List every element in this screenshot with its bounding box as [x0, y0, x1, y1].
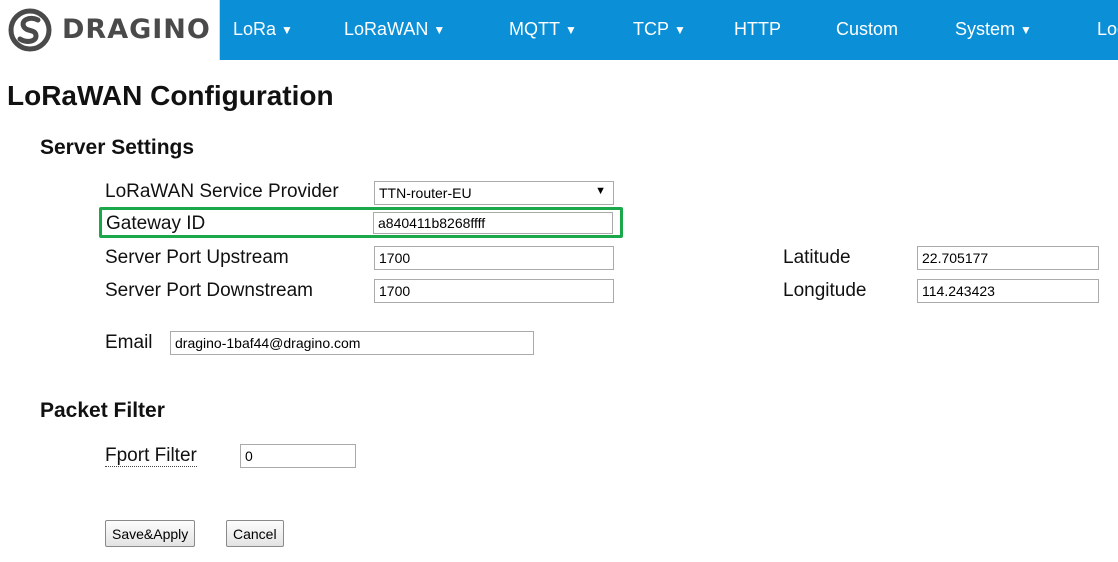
- port-upstream-label: Server Port Upstream: [105, 247, 289, 268]
- section-title-packet-filter: Packet Filter: [40, 399, 165, 422]
- fport-filter-label-text: Fport Filter: [105, 445, 197, 467]
- nav-item-http[interactable]: HTTP: [734, 19, 781, 40]
- nav-item-label: HTTP: [734, 19, 781, 39]
- nav-item-lora[interactable]: LoRa ▼: [233, 19, 293, 40]
- logo-text: DRAGINO: [62, 14, 211, 45]
- nav-item-label: MQTT: [509, 19, 560, 39]
- chevron-down-icon: ▼: [674, 23, 686, 37]
- provider-label: LoRaWAN Service Provider: [105, 181, 339, 202]
- latitude-input[interactable]: [917, 246, 1099, 270]
- longitude-input[interactable]: [917, 279, 1099, 303]
- nav-item-label: Log: [1097, 19, 1118, 39]
- nav-item-system[interactable]: System ▼: [955, 19, 1032, 40]
- nav-item-custom[interactable]: Custom: [836, 19, 898, 40]
- nav-item-mqtt[interactable]: MQTT ▼: [509, 19, 577, 40]
- chevron-down-icon: ▼: [565, 23, 577, 37]
- nav-item-label: TCP: [633, 19, 669, 39]
- select-arrow-icon: ▼: [595, 185, 606, 197]
- save-apply-button[interactable]: Save&Apply: [105, 520, 196, 547]
- chevron-down-icon: ▼: [1020, 23, 1032, 37]
- page-title: LoRaWAN Configuration: [7, 80, 334, 111]
- nav-item-log[interactable]: Log: [1097, 19, 1118, 40]
- top-navbar: DRAGINO LoRa ▼ LoRaWAN ▼ MQTT ▼ TCP ▼ HTTP C…: [0, 0, 1118, 60]
- nav-item-tcp[interactable]: TCP ▼: [633, 19, 686, 40]
- port-downstream-input[interactable]: [374, 279, 614, 303]
- nav-item-label: LoRa: [233, 19, 277, 39]
- email-label: Email: [105, 332, 153, 353]
- provider-select[interactable]: TTN-router-EU ▼: [374, 181, 614, 205]
- port-upstream-input[interactable]: [374, 246, 614, 270]
- gateway-id-label: Gateway ID: [106, 213, 206, 234]
- latitude-label: Latitude: [783, 247, 851, 268]
- section-title-server-settings: Server Settings: [40, 136, 195, 159]
- longitude-label: Longitude: [783, 280, 867, 301]
- gateway-id-input[interactable]: [373, 212, 613, 234]
- port-downstream-label: Server Port Downstream: [105, 280, 314, 301]
- nav-item-label: Custom: [836, 19, 899, 39]
- email-input[interactable]: [170, 331, 534, 355]
- nav-item-label: LoRaWAN: [344, 19, 429, 39]
- nav-item-label: System: [955, 19, 1016, 39]
- chevron-down-icon: ▼: [281, 23, 293, 37]
- logo[interactable]: DRAGINO: [0, 0, 220, 60]
- chevron-down-icon: ▼: [433, 23, 446, 37]
- provider-selected-value: TTN-router-EU: [379, 185, 472, 201]
- cancel-button[interactable]: Cancel: [226, 520, 284, 547]
- fport-filter-input[interactable]: [240, 444, 356, 468]
- dragino-logo-icon: [8, 8, 52, 52]
- nav-item-lorawan[interactable]: LoRaWAN ▼: [344, 19, 445, 40]
- fport-filter-label: Fport Filter: [105, 445, 197, 467]
